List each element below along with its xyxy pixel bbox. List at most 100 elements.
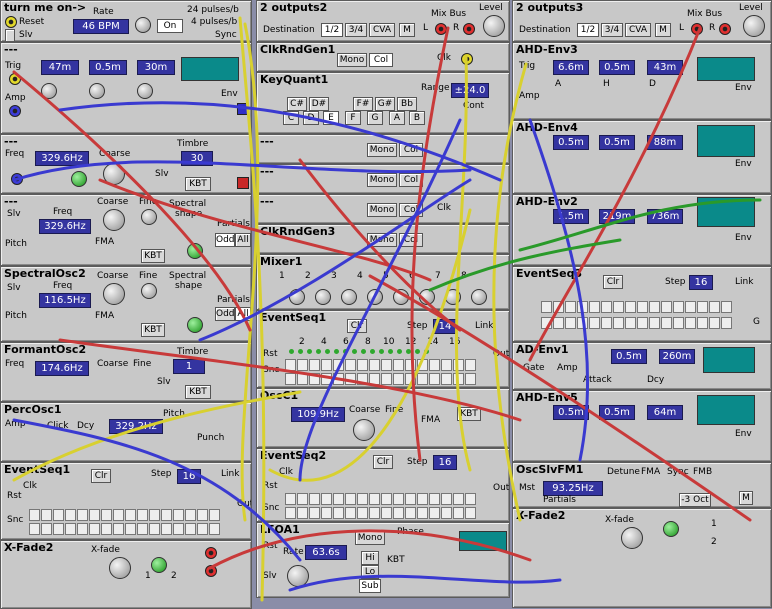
reset-input-jack[interactable]	[5, 16, 17, 28]
odd-button-spec2[interactable]: Odd	[215, 307, 235, 321]
odd-button-spec1[interactable]: Odd	[215, 233, 235, 247]
col-button-ckr1[interactable]: Col	[369, 53, 393, 67]
mono-button-lfo[interactable]: Mono	[355, 531, 385, 545]
col-button-ckr2[interactable]: Col	[399, 143, 423, 157]
mixer-knob-8[interactable]	[471, 289, 487, 305]
fine-knob[interactable]	[71, 171, 87, 187]
kbt-button-oscc[interactable]: KBT	[457, 407, 481, 421]
xfade-mod-knob-b[interactable]	[663, 521, 679, 537]
kbt-button-spec1[interactable]: KBT	[141, 249, 165, 263]
mixer-knob-2[interactable]	[315, 289, 331, 305]
xfade-mod-knob-a[interactable]	[151, 557, 167, 573]
coarse-knob[interactable]	[103, 163, 125, 185]
col-button-ckr3[interactable]: Col	[399, 173, 423, 187]
osc1-output-jack[interactable]	[237, 177, 249, 189]
seqD-step-row-1[interactable]	[541, 301, 732, 313]
clr-button-seqC[interactable]: Clr	[373, 455, 393, 469]
dest-34-button-3[interactable]: 3/4	[601, 23, 623, 37]
mixer-knob-7[interactable]	[445, 289, 461, 305]
key-b[interactable]: B	[409, 111, 425, 125]
lo-button-lfo[interactable]: Lo	[361, 565, 379, 579]
kbt-button-form2[interactable]: KBT	[185, 385, 211, 399]
dest-12-button-2[interactable]: 1/2	[321, 23, 343, 37]
xfade-a-input-2[interactable]	[205, 565, 217, 577]
all-button-spec2[interactable]: All	[235, 307, 251, 321]
left-input-jack-3[interactable]	[691, 23, 703, 35]
hold-knob[interactable]	[89, 83, 105, 99]
level-knob-2[interactable]	[483, 15, 505, 37]
clk-input-ckr1[interactable]	[461, 53, 473, 65]
shape-knob-spec2[interactable]	[187, 317, 203, 333]
seqC-step-row-1[interactable]	[285, 493, 476, 505]
on-button[interactable]: On	[157, 19, 183, 33]
trig-input-jack[interactable]	[9, 73, 21, 85]
fine-knob-spec1[interactable]	[141, 209, 157, 225]
key-csharp[interactable]: C#	[287, 97, 307, 111]
key-e[interactable]: E	[323, 111, 339, 125]
mixer-knob-6[interactable]	[419, 289, 435, 305]
coarse-knob-spec1[interactable]	[103, 209, 125, 231]
mixer-knob-4[interactable]	[367, 289, 383, 305]
seqB-step-row-2[interactable]	[285, 373, 476, 385]
mono-button-ckr3[interactable]: Mono	[367, 173, 397, 187]
xfade-a-input-1[interactable]	[205, 547, 217, 559]
slv-toggle[interactable]	[5, 29, 15, 41]
xfade-knob-a[interactable]	[109, 557, 131, 579]
coarse-knob-spec2[interactable]	[103, 283, 125, 305]
key-bflat[interactable]: Bb	[397, 97, 417, 111]
key-g[interactable]: G	[367, 111, 383, 125]
key-d[interactable]: D	[303, 111, 319, 125]
rate-knob[interactable]	[135, 17, 151, 33]
mixer-knob-5[interactable]	[393, 289, 409, 305]
seqD-step-row-2[interactable]	[541, 317, 732, 329]
hi-button-lfo[interactable]: Hi	[361, 551, 379, 565]
seqA-step-row-1[interactable]	[29, 509, 220, 521]
key-dsharp[interactable]: D#	[309, 97, 329, 111]
clr-button-seqA[interactable]: Clr	[91, 469, 111, 483]
col-button-ckr5[interactable]: Col	[399, 233, 423, 247]
decay-knob[interactable]	[137, 83, 153, 99]
col-button-ckr4[interactable]: Col	[399, 203, 423, 217]
fine-knob-spec2[interactable]	[141, 283, 157, 299]
env-output-jack[interactable]	[237, 103, 249, 115]
kbt-button-spec2[interactable]: KBT	[141, 323, 165, 337]
pitch-input-jack[interactable]	[11, 173, 23, 185]
mute-button-3[interactable]: M	[655, 23, 671, 37]
sub-button-lfo[interactable]: Sub	[359, 579, 381, 593]
dest-12-button-3[interactable]: 1/2	[577, 23, 599, 37]
left-input-jack-2[interactable]	[435, 23, 447, 35]
seqB-step-row-1[interactable]	[285, 359, 476, 371]
key-gsharp[interactable]: G#	[375, 97, 395, 111]
all-button-spec1[interactable]: All	[235, 233, 251, 247]
kbt-button-osc1[interactable]: KBT	[185, 177, 211, 191]
dest-34-button-2[interactable]: 3/4	[345, 23, 367, 37]
key-f[interactable]: F	[345, 111, 361, 125]
dest-cva-button-2[interactable]: CVA	[369, 23, 395, 37]
mono-button-ckr1[interactable]: Mono	[337, 53, 367, 67]
right-input-jack-2[interactable]	[463, 23, 475, 35]
mixer-knob-3[interactable]	[341, 289, 357, 305]
key-a[interactable]: A	[389, 111, 405, 125]
oct-button-fm[interactable]: -3 Oct	[679, 493, 711, 507]
shape-knob-spec1[interactable]	[187, 243, 203, 259]
key-c[interactable]: C	[283, 111, 299, 125]
mixer-knob-1[interactable]	[289, 289, 305, 305]
attack-knob[interactable]	[41, 83, 57, 99]
key-fsharp[interactable]: F#	[353, 97, 373, 111]
rate-knob-lfo[interactable]	[287, 565, 309, 587]
right-input-jack-3[interactable]	[719, 23, 731, 35]
seqC-step-row-2[interactable]	[285, 507, 476, 519]
level-knob-3[interactable]	[743, 15, 765, 37]
clr-button-seqB[interactable]: Clr	[347, 319, 367, 333]
amp-input-jack[interactable]	[9, 105, 21, 117]
clr-button-seqD[interactable]: Clr	[603, 275, 623, 289]
mono-button-ckr5[interactable]: Mono	[367, 233, 397, 247]
xfade-knob-b[interactable]	[621, 527, 643, 549]
mute-button-fm[interactable]: M	[739, 491, 753, 505]
mute-button-2[interactable]: M	[399, 23, 415, 37]
dest-cva-button-3[interactable]: CVA	[625, 23, 651, 37]
mono-button-ckr4[interactable]: Mono	[367, 203, 397, 217]
mono-button-ckr2[interactable]: Mono	[367, 143, 397, 157]
seqA-step-row-2[interactable]	[29, 523, 220, 535]
coarse-knob-oscc[interactable]	[353, 419, 375, 441]
